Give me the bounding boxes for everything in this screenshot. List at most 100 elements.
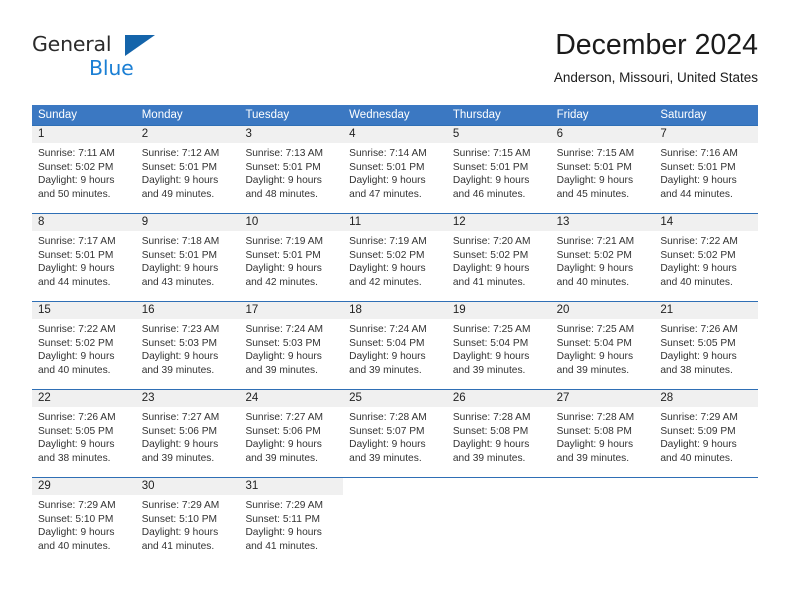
day-cell[interactable]: 28 Sunrise: 7:29 AM Sunset: 5:09 PM Dayl… (654, 390, 759, 477)
day-cell[interactable]: 15 Sunrise: 7:22 AM Sunset: 5:02 PM Dayl… (32, 302, 136, 389)
day-cell[interactable]: 7 Sunrise: 7:16 AM Sunset: 5:01 PM Dayli… (654, 126, 759, 213)
day-cell[interactable]: 21 Sunrise: 7:26 AM Sunset: 5:05 PM Dayl… (654, 302, 759, 389)
sunrise-text: Sunrise: 7:28 AM (452, 412, 531, 423)
day-number: 21 (654, 302, 759, 319)
day-cell[interactable]: 2 Sunrise: 7:12 AM Sunset: 5:01 PM Dayli… (135, 126, 240, 213)
day-cell-empty (550, 478, 655, 565)
day-details: Sunrise: 7:14 AM Sunset: 5:01 PM Dayligh… (343, 143, 447, 201)
day-cell[interactable]: 17 Sunrise: 7:24 AM Sunset: 5:03 PM Dayl… (239, 302, 344, 389)
weekday-header-monday: Monday (141, 109, 183, 121)
daylight-text-line2: and 39 minutes. (349, 452, 422, 464)
day-number: 31 (239, 478, 344, 495)
daylight-text-line1: Daylight: 9 hours (556, 175, 634, 187)
week-row: 29 Sunrise: 7:29 AM Sunset: 5:10 PM Dayl… (32, 477, 759, 565)
day-details: Sunrise: 7:28 AM Sunset: 5:08 PM Dayligh… (447, 407, 551, 465)
day-details: Sunrise: 7:24 AM Sunset: 5:04 PM Dayligh… (343, 319, 447, 377)
sunset-text: Sunset: 5:04 PM (349, 337, 425, 349)
day-cell[interactable]: 20 Sunrise: 7:25 AM Sunset: 5:04 PM Dayl… (550, 302, 655, 389)
day-cell[interactable]: 31 Sunrise: 7:29 AM Sunset: 5:11 PM Dayl… (239, 478, 344, 565)
day-cell[interactable]: 12 Sunrise: 7:20 AM Sunset: 5:02 PM Dayl… (446, 214, 551, 301)
day-cell[interactable]: 9 Sunrise: 7:18 AM Sunset: 5:01 PM Dayli… (135, 214, 240, 301)
title-block: December 2024 Anderson, Missouri, United… (554, 28, 758, 88)
sunset-text: Sunset: 5:02 PM (660, 249, 736, 261)
daylight-text-line2: and 41 minutes. (245, 540, 318, 552)
day-details: Sunrise: 7:19 AM Sunset: 5:01 PM Dayligh… (239, 231, 343, 289)
day-cell[interactable]: 27 Sunrise: 7:28 AM Sunset: 5:08 PM Dayl… (550, 390, 655, 477)
day-cell[interactable]: 30 Sunrise: 7:29 AM Sunset: 5:10 PM Dayl… (135, 478, 240, 565)
sunrise-text: Sunrise: 7:26 AM (38, 412, 116, 423)
logo-text-blue: Blue (89, 56, 134, 80)
day-cell[interactable]: 5 Sunrise: 7:15 AM Sunset: 5:01 PM Dayli… (446, 126, 551, 213)
day-number: 18 (343, 302, 447, 319)
sunrise-text: Sunrise: 7:23 AM (141, 324, 220, 335)
day-cell[interactable]: 1 Sunrise: 7:11 AM Sunset: 5:02 PM Dayli… (32, 126, 136, 213)
daylight-text-line1: Daylight: 9 hours (245, 351, 322, 363)
sunrise-text: Sunrise: 7:15 AM (556, 148, 635, 159)
day-cell[interactable]: 26 Sunrise: 7:28 AM Sunset: 5:08 PM Dayl… (446, 390, 551, 477)
page-header: General Blue December 2024 Anderson, Mis… (32, 28, 758, 100)
daylight-text-line1: Daylight: 9 hours (141, 175, 219, 187)
daylight-text-line1: Daylight: 9 hours (38, 175, 115, 187)
day-cell[interactable]: 23 Sunrise: 7:27 AM Sunset: 5:06 PM Dayl… (135, 390, 240, 477)
daylight-text-line1: Daylight: 9 hours (245, 175, 322, 187)
sunrise-text: Sunrise: 7:20 AM (452, 236, 531, 247)
day-details: Sunrise: 7:29 AM Sunset: 5:10 PM Dayligh… (32, 495, 136, 553)
sunrise-text: Sunrise: 7:15 AM (452, 148, 531, 159)
sunrise-text: Sunrise: 7:14 AM (349, 148, 427, 159)
daylight-text-line2: and 43 minutes. (141, 276, 215, 288)
day-details: Sunrise: 7:13 AM Sunset: 5:01 PM Dayligh… (239, 143, 343, 201)
day-details: Sunrise: 7:26 AM Sunset: 5:05 PM Dayligh… (654, 319, 758, 377)
day-cell[interactable]: 6 Sunrise: 7:15 AM Sunset: 5:01 PM Dayli… (550, 126, 655, 213)
day-number: 16 (135, 302, 240, 319)
day-number (654, 478, 759, 495)
day-cell[interactable]: 4 Sunrise: 7:14 AM Sunset: 5:01 PM Dayli… (343, 126, 447, 213)
day-cell[interactable]: 19 Sunrise: 7:25 AM Sunset: 5:04 PM Dayl… (446, 302, 551, 389)
sunrise-text: Sunrise: 7:28 AM (556, 412, 635, 423)
sunset-text: Sunset: 5:02 PM (452, 249, 529, 261)
day-number: 17 (239, 302, 344, 319)
sunrise-text: Sunrise: 7:25 AM (556, 324, 635, 335)
daylight-text-line1: Daylight: 9 hours (141, 527, 219, 539)
sunset-text: Sunset: 5:04 PM (452, 337, 529, 349)
sunset-text: Sunset: 5:01 PM (349, 161, 425, 173)
daylight-text-line2: and 44 minutes. (660, 188, 733, 200)
daylight-text-line2: and 38 minutes. (38, 452, 111, 464)
day-cell[interactable]: 8 Sunrise: 7:17 AM Sunset: 5:01 PM Dayli… (32, 214, 136, 301)
daylight-text-line2: and 39 minutes. (452, 452, 526, 464)
day-number: 20 (550, 302, 655, 319)
day-cell[interactable]: 10 Sunrise: 7:19 AM Sunset: 5:01 PM Dayl… (239, 214, 344, 301)
generalblue-logo[interactable]: General Blue (32, 32, 155, 86)
sunrise-text: Sunrise: 7:22 AM (38, 324, 116, 335)
sunset-text: Sunset: 5:09 PM (660, 425, 736, 437)
sunrise-text: Sunrise: 7:29 AM (141, 500, 220, 511)
day-cell[interactable]: 22 Sunrise: 7:26 AM Sunset: 5:05 PM Dayl… (32, 390, 136, 477)
sunrise-text: Sunrise: 7:19 AM (245, 236, 324, 247)
day-number: 19 (446, 302, 551, 319)
sunrise-text: Sunrise: 7:16 AM (660, 148, 738, 159)
sunrise-text: Sunrise: 7:29 AM (245, 500, 324, 511)
day-cell[interactable]: 24 Sunrise: 7:27 AM Sunset: 5:06 PM Dayl… (239, 390, 344, 477)
daylight-text-line1: Daylight: 9 hours (245, 527, 322, 539)
daylight-text-line2: and 39 minutes. (556, 452, 630, 464)
day-details: Sunrise: 7:27 AM Sunset: 5:06 PM Dayligh… (239, 407, 343, 465)
sunrise-text: Sunrise: 7:26 AM (660, 324, 738, 335)
page-title: December 2024 (555, 29, 758, 61)
sunset-text: Sunset: 5:10 PM (141, 513, 218, 525)
day-details: Sunrise: 7:28 AM Sunset: 5:07 PM Dayligh… (343, 407, 447, 465)
day-cell[interactable]: 14 Sunrise: 7:22 AM Sunset: 5:02 PM Dayl… (654, 214, 759, 301)
day-cell[interactable]: 29 Sunrise: 7:29 AM Sunset: 5:10 PM Dayl… (32, 478, 136, 565)
day-details: Sunrise: 7:18 AM Sunset: 5:01 PM Dayligh… (136, 231, 240, 289)
sunset-text: Sunset: 5:10 PM (38, 513, 114, 525)
day-number: 27 (550, 390, 655, 407)
day-cell[interactable]: 13 Sunrise: 7:21 AM Sunset: 5:02 PM Dayl… (550, 214, 655, 301)
day-cell[interactable]: 16 Sunrise: 7:23 AM Sunset: 5:03 PM Dayl… (135, 302, 240, 389)
sunset-text: Sunset: 5:02 PM (556, 249, 632, 261)
day-number: 29 (32, 478, 136, 495)
day-cell[interactable]: 11 Sunrise: 7:19 AM Sunset: 5:02 PM Dayl… (343, 214, 447, 301)
daylight-text-line1: Daylight: 9 hours (141, 439, 219, 451)
day-cell[interactable]: 3 Sunrise: 7:13 AM Sunset: 5:01 PM Dayli… (239, 126, 344, 213)
day-cell[interactable]: 18 Sunrise: 7:24 AM Sunset: 5:04 PM Dayl… (343, 302, 447, 389)
logo-text-general: General (32, 32, 112, 56)
day-cell[interactable]: 25 Sunrise: 7:28 AM Sunset: 5:07 PM Dayl… (343, 390, 447, 477)
day-number: 23 (135, 390, 240, 407)
